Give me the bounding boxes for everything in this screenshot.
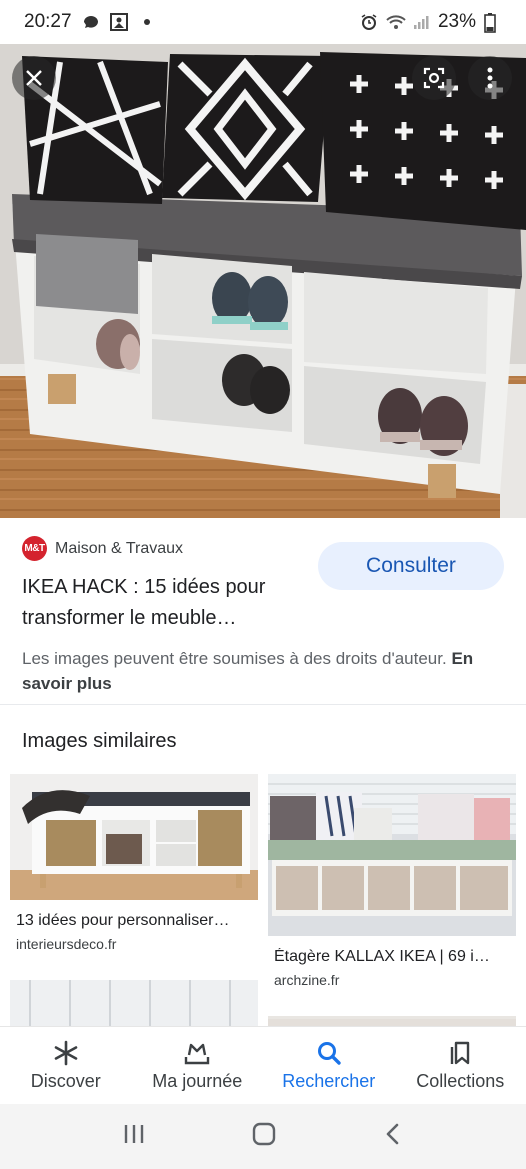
nav-collections[interactable]: Collections xyxy=(395,1027,526,1104)
status-bar: 20:27 23% xyxy=(0,0,526,44)
recents-button[interactable] xyxy=(121,1121,147,1152)
similar-card-source: archzine.fr xyxy=(274,972,340,988)
asterisk-icon xyxy=(54,1040,78,1066)
battery-percent: 23% xyxy=(437,11,476,32)
nav-label: Discover xyxy=(30,1071,101,1091)
similar-card[interactable] xyxy=(10,980,258,1026)
signal-icon xyxy=(412,13,430,31)
back-icon xyxy=(386,1123,398,1145)
back-button[interactable] xyxy=(381,1121,405,1152)
nav-label: Ma journée xyxy=(152,1071,243,1091)
similar-images-heading: Images similaires xyxy=(22,730,177,752)
nav-label: Rechercher xyxy=(282,1071,376,1091)
similar-card-title: Étagère KALLAX IKEA | 69 i… xyxy=(274,948,490,965)
crown-tray-icon xyxy=(185,1043,210,1065)
similar-card-image xyxy=(268,774,516,936)
hero-image[interactable] xyxy=(0,44,526,518)
recents-icon xyxy=(125,1125,144,1143)
more-vert-icon xyxy=(487,67,493,89)
visit-button[interactable]: Consulter xyxy=(318,542,504,590)
similar-card[interactable] xyxy=(268,1016,516,1026)
more-options-button[interactable] xyxy=(468,56,512,100)
close-button[interactable] xyxy=(12,56,56,100)
similar-card-image xyxy=(10,774,258,900)
copyright-text: Les images peuvent être soumises à des d… xyxy=(22,649,447,668)
close-icon xyxy=(26,70,42,86)
source-name: Maison & Travaux xyxy=(55,539,184,557)
source-logo: M&T xyxy=(22,536,47,561)
similar-card[interactable]: 13 idées pour personnaliser… interieursd… xyxy=(10,774,258,964)
system-navigation-bar xyxy=(0,1104,526,1169)
result-title[interactable]: IKEA HACK : 15 idées pour transformer le… xyxy=(22,572,322,634)
gallery-icon xyxy=(109,13,128,31)
home-icon xyxy=(252,1122,276,1146)
lens-button[interactable] xyxy=(412,56,456,100)
home-button[interactable] xyxy=(250,1120,278,1153)
bottom-navigation: Discover Ma journée Rechercher Collectio… xyxy=(0,1026,526,1104)
source-row[interactable]: M&T Maison & Travaux xyxy=(22,536,183,561)
alarm-icon xyxy=(360,13,378,31)
status-time: 20:27 xyxy=(24,11,72,32)
similar-card-image xyxy=(268,1019,516,1026)
similar-card-title: 13 idées pour personnaliser… xyxy=(16,912,230,929)
dot-icon xyxy=(138,13,156,31)
nav-label: Collections xyxy=(416,1071,505,1091)
battery-icon xyxy=(484,13,502,33)
similar-card[interactable]: Étagère KALLAX IKEA | 69 i… archzine.fr xyxy=(268,774,516,990)
nav-rechercher[interactable]: Rechercher xyxy=(263,1027,395,1104)
similar-card-image xyxy=(10,980,258,1026)
search-icon xyxy=(317,1042,341,1065)
lens-icon xyxy=(423,67,445,89)
bench-photo xyxy=(0,44,526,518)
similar-card-source: interieursdeco.fr xyxy=(16,936,117,952)
notification-icon xyxy=(82,13,100,31)
nav-discover[interactable]: Discover xyxy=(0,1027,132,1104)
nav-ma-journee[interactable]: Ma journée xyxy=(132,1027,264,1104)
divider xyxy=(0,704,526,705)
copyright-notice: Les images peuvent être soumises à des d… xyxy=(22,646,492,696)
wifi-icon xyxy=(386,13,406,31)
bookmark-collection-icon xyxy=(451,1041,470,1065)
